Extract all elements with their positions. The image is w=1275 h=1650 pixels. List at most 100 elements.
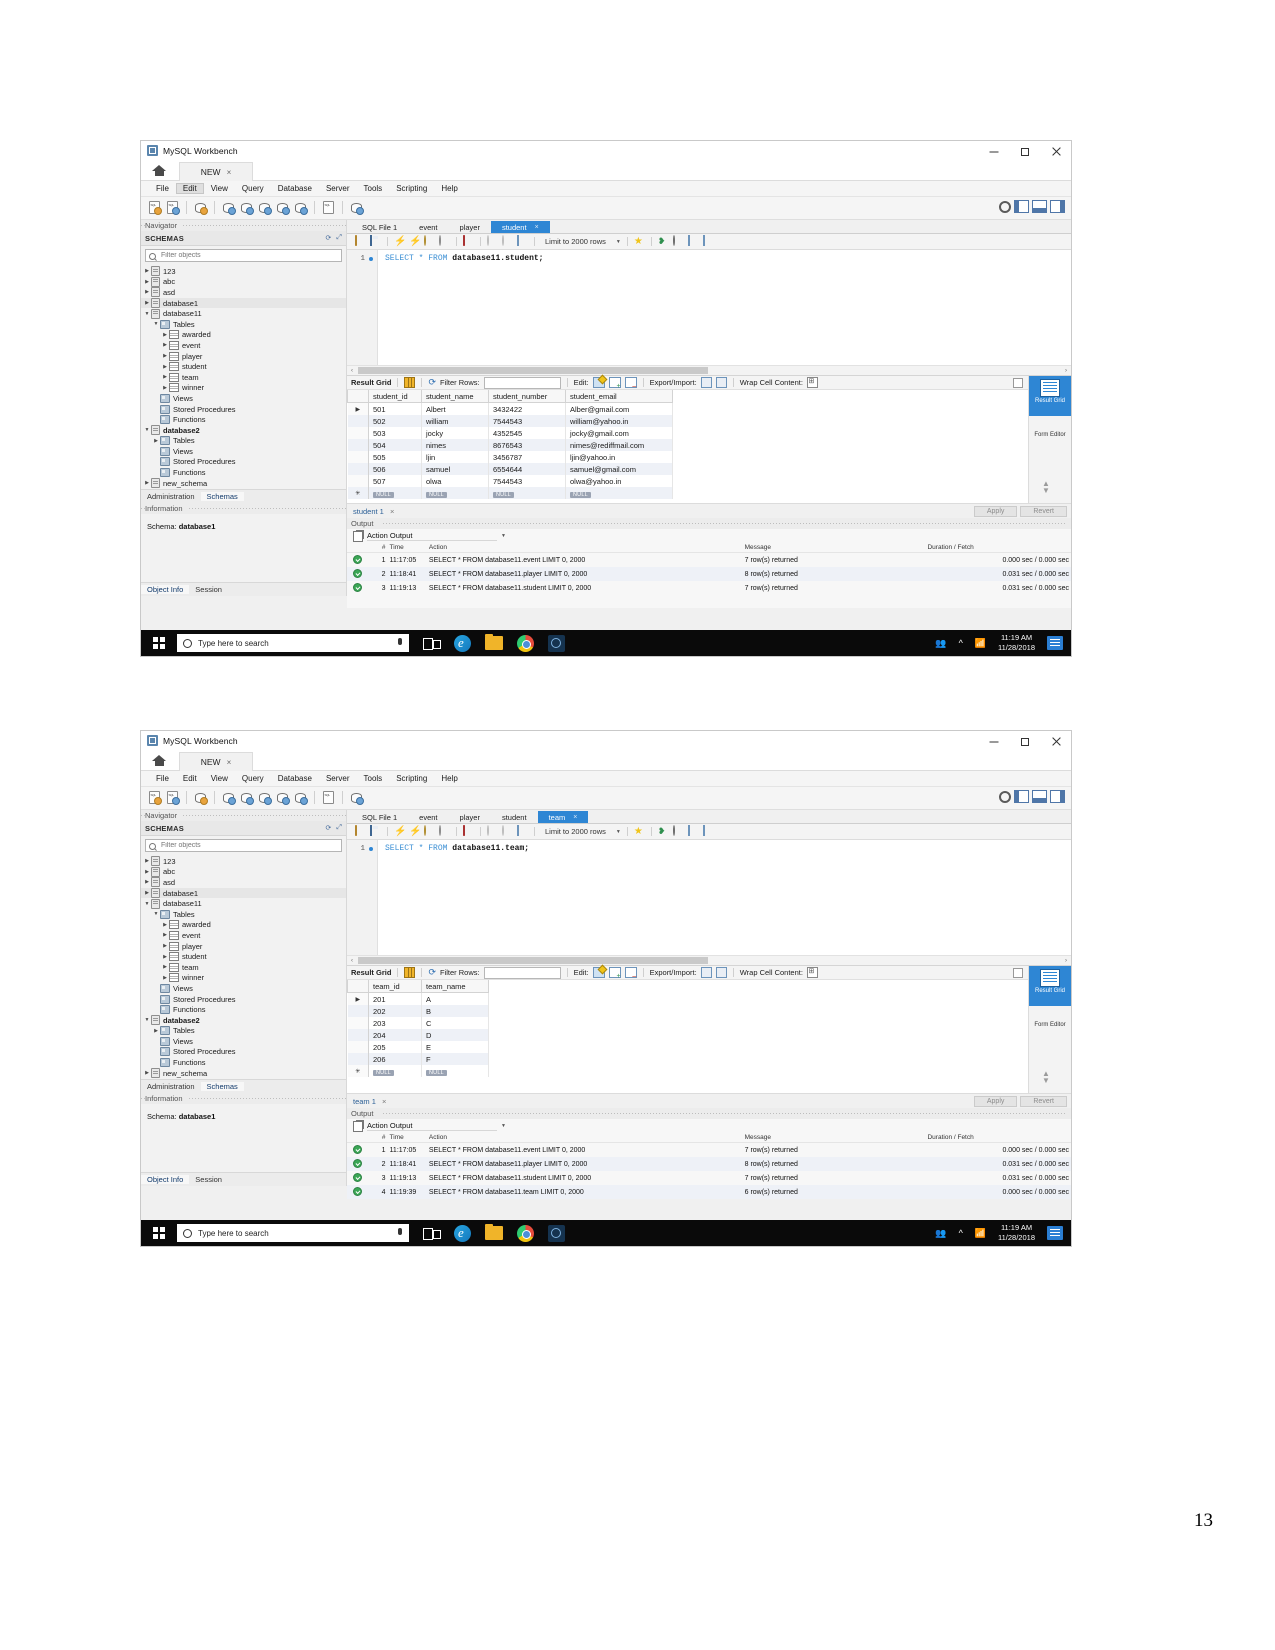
output-row[interactable]: 1 11:17:05 SELECT * FROM database11.event … [347,1143,1071,1158]
home-tab-icon[interactable] [151,754,167,768]
chrome-icon[interactable] [517,634,534,652]
result-grid-toolbar-w2[interactable]: Result Grid ⟳ Filter Rows: Edit: Export/… [347,966,1071,980]
network-icon[interactable]: 📶 [975,1228,986,1239]
reconnect-server-icon[interactable] [349,790,364,805]
table-cell[interactable]: 506 [368,463,422,475]
result-tab-w1[interactable]: student 1 × [347,507,400,516]
output-column-header[interactable]: Time [387,1133,427,1143]
scroll-left-icon[interactable]: ‹ [347,368,357,374]
maximize-button[interactable] [1009,141,1040,162]
tree-node-views[interactable]: ▶ Views [141,1036,346,1047]
grid-view-icon[interactable] [404,377,416,388]
show-hidden-icons-icon[interactable]: ^ [959,1228,963,1238]
table-cell[interactable]: Alber@gmail.com [565,402,673,415]
tree-node-views[interactable]: ▶ Views [141,446,346,457]
table-cell[interactable]: samuel@gmail.com [565,463,673,475]
table-cell[interactable]: 8676543 [488,439,566,451]
chevron-right-icon[interactable]: ▶ [161,954,169,960]
chevron-down-icon[interactable]: ▼ [616,829,621,835]
grid-column-header[interactable]: student_id [368,390,422,403]
tree-node-awarded[interactable]: ▶ awarded [141,330,346,341]
grid-column-header[interactable]: team_name [421,980,489,993]
rollback-icon[interactable] [502,235,513,247]
result-apply-bar-w1[interactable]: student 1 × Apply Revert [347,503,1071,518]
chevron-right-icon[interactable]: ▶ [152,395,160,401]
table-row[interactable]: ▶ 201 A [347,992,489,1005]
editor-horizontal-scrollbar[interactable]: ‹ › [347,365,1071,375]
sidebar-tab-object-info[interactable]: Object Info [141,1175,190,1184]
result-tab-w2[interactable]: team 1 × [347,1097,392,1106]
menu-item-tools[interactable]: Tools [357,183,390,194]
tree-node-stored-procedures[interactable]: ▶ Stored Procedures [141,404,346,415]
edge-icon[interactable] [454,1224,471,1242]
tab-new-close-icon[interactable]: × [227,758,232,767]
table-cell[interactable]: Albert [421,402,489,415]
table-row[interactable]: 205 E [347,1041,489,1053]
editor-tab-player[interactable]: player [449,221,491,233]
new-row-icon[interactable]: ✳ [347,1065,369,1077]
chevron-right-icon[interactable]: ▶ [161,342,169,348]
toggle-sidebar-button[interactable] [1014,200,1029,213]
menu-item-view[interactable]: View [204,773,235,784]
chevron-right-icon[interactable]: ▶ [161,364,169,370]
row-selector[interactable] [347,1017,369,1029]
tree-node-database2[interactable]: ▼ database2 [141,425,346,436]
new-function-icon[interactable] [293,790,308,805]
tree-node-functions[interactable]: ▶ Functions [141,1057,346,1068]
output-column-header[interactable]: Message [742,543,926,553]
taskbar-search-box[interactable]: Type here to search [177,634,409,652]
table-row[interactable]: 507 olwa 7544543 olwa@yahoo.in [347,475,673,487]
sql-editor-toolbar-w2[interactable]: ⚡ ⚡ Limit to 2000 rows ▼ ★ ❥ [347,824,1071,840]
tab-new[interactable]: NEW × [179,752,253,771]
connection-info-icon[interactable] [193,790,208,805]
execute-current-statement-icon[interactable]: ⚡ [409,826,421,837]
apply-button[interactable]: Apply [973,1095,1018,1107]
table-row[interactable]: ✳ NULL NULL NULL NULL [347,487,673,499]
tree-node-awarded[interactable]: ▶ awarded [141,920,346,931]
wrap-lines-icon[interactable] [702,235,714,247]
file-explorer-icon[interactable] [485,1224,503,1240]
microphone-icon[interactable] [398,638,402,645]
sidebar-tab-schemas[interactable]: Schemas [200,492,244,501]
table-cell[interactable]: E [421,1041,489,1053]
sql-code-w2[interactable]: SELECT * FROM database11.team; [385,844,529,853]
filter-bar[interactable] [141,246,346,265]
edge-icon[interactable] [454,634,471,652]
result-options-checkbox[interactable] [1013,378,1023,388]
open-file-icon[interactable] [355,825,366,837]
sidebar-tab-object-info[interactable]: Object Info [141,585,190,594]
editor-tab-team-close-icon[interactable]: × [573,812,577,823]
tree-node-new-schema[interactable]: ▶ new_schema [141,1068,346,1079]
table-cell[interactable]: 205 [368,1041,422,1053]
explain-query-icon[interactable] [424,235,435,247]
table-row[interactable]: ✳ NULL NULL [347,1065,489,1077]
new-view-icon[interactable] [257,200,272,215]
table-cell[interactable]: 204 [368,1029,422,1041]
menu-item-edit[interactable]: Edit [176,773,204,784]
people-icon[interactable]: 👥 [935,638,946,649]
tree-node-event[interactable]: ▶ event [141,340,346,351]
mysql-workbench-window-2[interactable]: MySQL Workbench NEW × File Edit View Que… [140,730,1072,1247]
refresh-icon[interactable]: ⟳ [428,967,436,978]
task-view-icon[interactable] [423,635,441,652]
open-sql-script-icon[interactable] [165,200,180,215]
row-limit-select[interactable]: Limit to 2000 rows ▼ [545,237,621,246]
apply-button[interactable]: Apply [973,505,1018,517]
sidebar-tab-administration[interactable]: Administration [141,492,201,501]
table-cell[interactable]: jocky@gmail.com [565,427,673,439]
output-column-header[interactable]: Time [387,543,427,553]
output-column-header[interactable]: Message [742,1133,926,1143]
home-tab-icon[interactable] [151,164,167,178]
sql-editor-pane-w1[interactable]: 1 SELECT * FROM database11.student; ‹ › [347,250,1071,376]
chevron-right-icon[interactable]: ▶ [143,279,151,285]
search-objects-icon[interactable] [321,200,336,215]
tree-node-team[interactable]: ▶ team [141,372,346,383]
scrollbar-thumb[interactable] [358,367,708,374]
table-cell[interactable]: william [421,415,489,427]
tree-node-student[interactable]: ▶ student [141,951,346,962]
action-center-icon[interactable] [1047,1226,1063,1240]
new-table-icon[interactable] [239,200,254,215]
table-cell[interactable]: 7544543 [488,415,566,427]
find-icon[interactable]: ❥ [658,236,669,247]
chevron-right-icon[interactable]: ▶ [152,417,160,423]
